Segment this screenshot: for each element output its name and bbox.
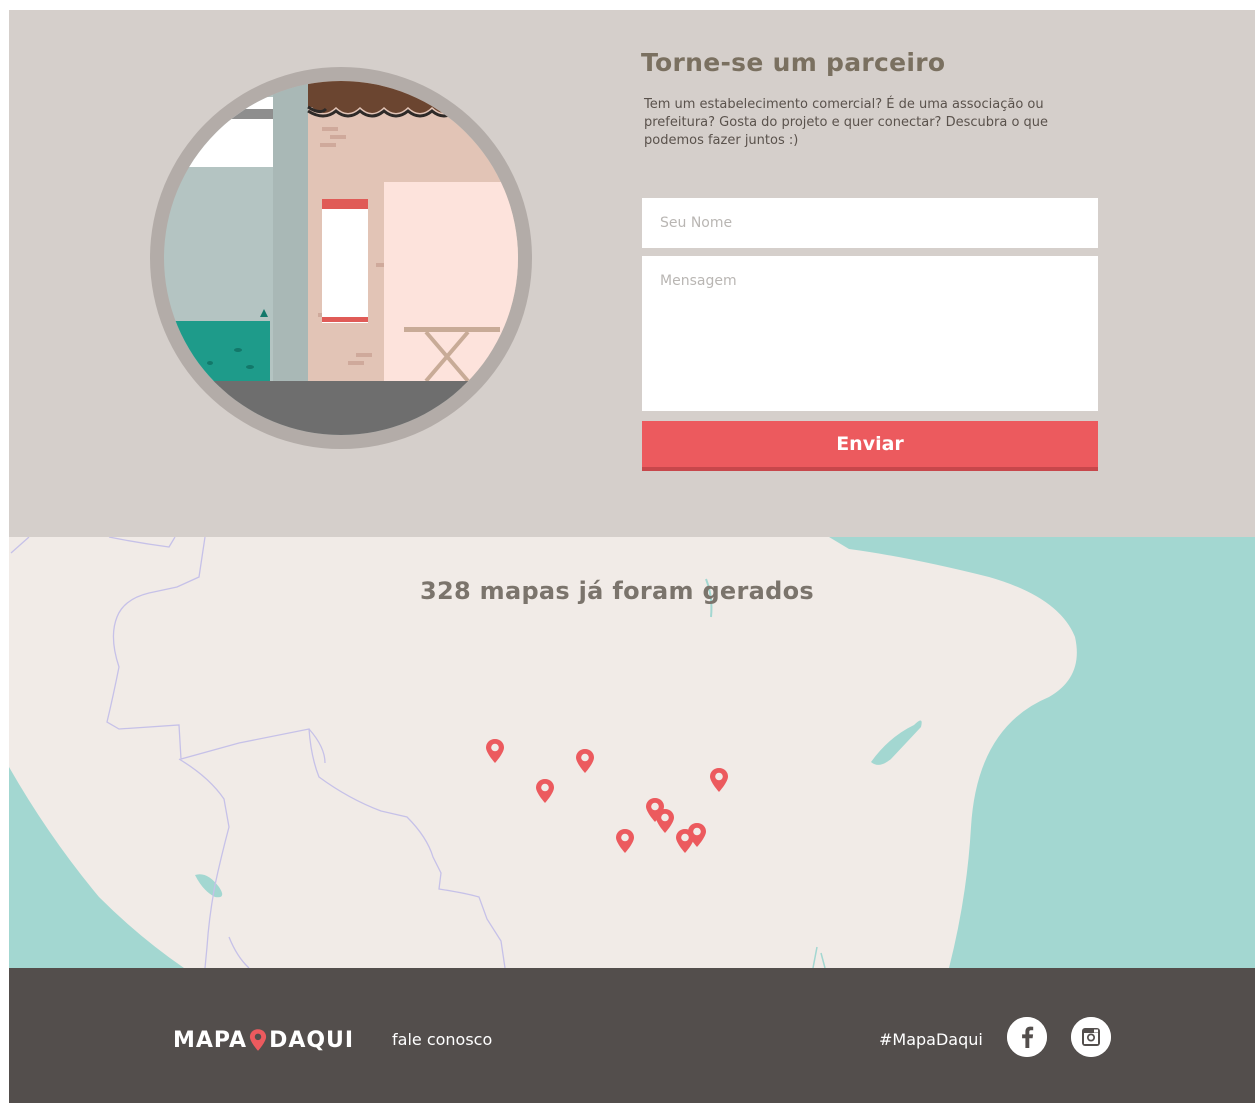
map-pin-icon[interactable] xyxy=(687,822,707,848)
map-section: 328 mapas já foram gerados xyxy=(9,537,1255,968)
name-input[interactable] xyxy=(642,198,1098,248)
instagram-button[interactable] xyxy=(1071,1017,1111,1057)
hashtag: #MapaDaqui xyxy=(879,1030,983,1049)
page: Torne-se um parceiro Tem um estabelecime… xyxy=(9,10,1255,1103)
map-pin-icon[interactable] xyxy=(655,808,675,834)
logo-text-right: DAQUI xyxy=(269,1027,355,1053)
message-input[interactable] xyxy=(642,256,1098,411)
map-pin-icon[interactable] xyxy=(485,738,505,764)
partner-title: Torne-se um parceiro xyxy=(641,48,946,77)
facebook-icon xyxy=(1007,1017,1047,1057)
contact-link[interactable]: fale conosco xyxy=(392,1030,492,1049)
maps-counter: 328 mapas já foram gerados xyxy=(419,577,814,605)
submit-button[interactable]: Enviar xyxy=(642,421,1098,471)
map-pin-icon[interactable] xyxy=(535,778,555,804)
facebook-button[interactable] xyxy=(1007,1017,1047,1057)
footer: MAPA DAQUI fale conosco #MapaDaqui xyxy=(9,968,1255,1103)
map-pin-icon xyxy=(249,1029,267,1051)
instagram-icon xyxy=(1071,1017,1111,1057)
map-pin-icon[interactable] xyxy=(575,748,595,774)
map-pin-icon[interactable] xyxy=(709,767,729,793)
logo[interactable]: MAPA DAQUI xyxy=(173,1025,354,1055)
map-pin-icon[interactable] xyxy=(615,828,635,854)
logo-text-left: MAPA xyxy=(173,1027,248,1053)
storefront-illustration xyxy=(150,67,532,449)
partner-section: Torne-se um parceiro Tem um estabelecime… xyxy=(9,10,1255,537)
partner-description: Tem um estabelecimento comercial? É de u… xyxy=(644,97,1049,148)
